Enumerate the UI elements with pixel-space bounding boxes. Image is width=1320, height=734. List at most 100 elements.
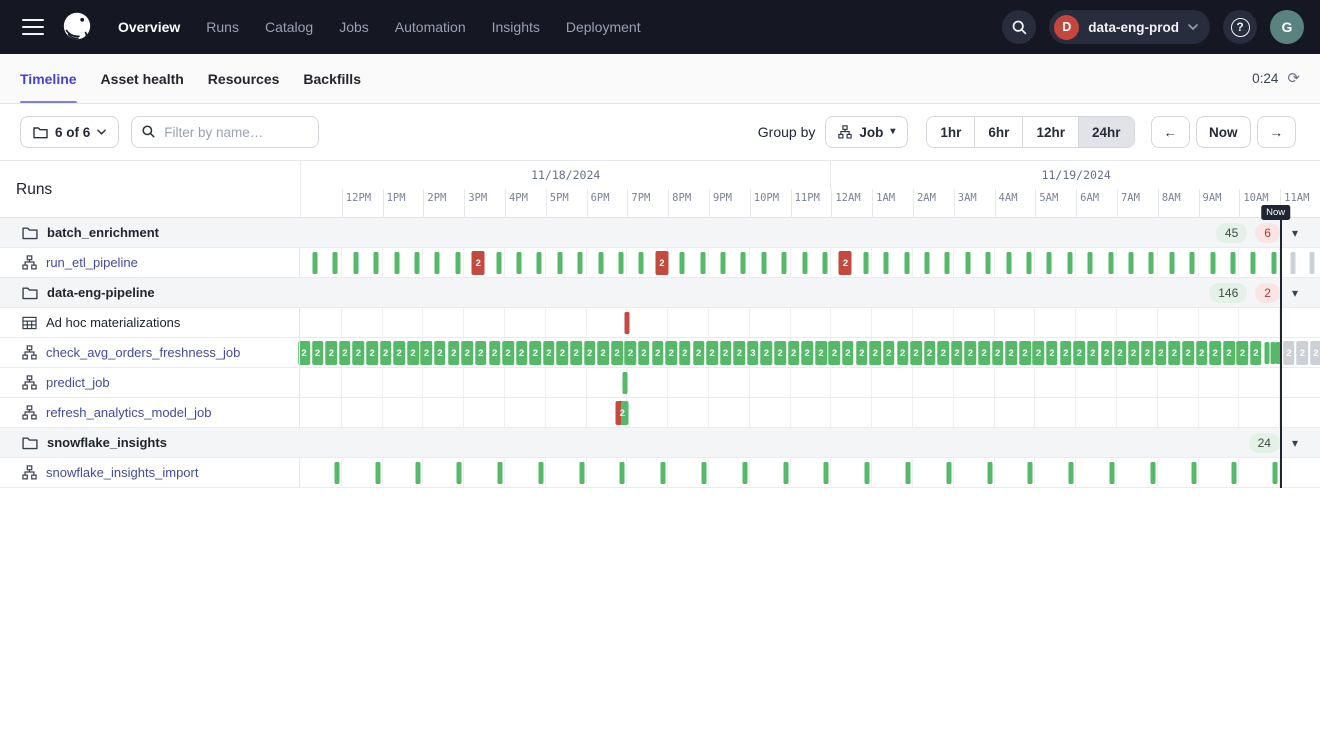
nav-automation[interactable]: Automation	[395, 19, 466, 35]
run-tick-success[interactable]	[497, 462, 502, 484]
run-block-success[interactable]: 2	[910, 341, 922, 365]
run-block-success[interactable]: 2	[666, 341, 678, 365]
run-tick-success[interactable]	[334, 462, 339, 484]
run-tick-success[interactable]	[579, 462, 584, 484]
run-block-success[interactable]: 2	[1019, 341, 1031, 365]
run-block-failure[interactable]: 2	[472, 251, 485, 275]
run-tick-success[interactable]	[661, 462, 666, 484]
run-tick-success[interactable]	[925, 252, 930, 274]
run-block-failure[interactable]: 2	[839, 251, 852, 275]
run-block-success[interactable]: 2	[992, 341, 1004, 365]
run-block-success[interactable]: 2	[1237, 341, 1249, 365]
run-block-queued[interactable]: 2	[1310, 341, 1320, 365]
run-tick-success[interactable]	[824, 462, 829, 484]
run-block-success[interactable]: 3	[747, 341, 759, 365]
run-tick-success[interactable]	[1210, 252, 1215, 274]
run-tick-success[interactable]	[701, 462, 706, 484]
menu-button[interactable]	[22, 19, 44, 35]
job-link[interactable]: snowflake_insights_import	[46, 465, 198, 480]
run-tick-success[interactable]	[1232, 462, 1237, 484]
run-block-success[interactable]: 2	[1169, 341, 1181, 365]
run-tick-success[interactable]	[639, 252, 644, 274]
run-tick-success[interactable]	[1027, 252, 1032, 274]
expand-caret-icon[interactable]: ▾	[1292, 437, 1298, 449]
run-block-success[interactable]: 2	[788, 341, 800, 365]
nav-jobs[interactable]: Jobs	[339, 19, 369, 35]
run-block-success[interactable]: 2	[638, 341, 650, 365]
run-block-success[interactable]: 2	[1196, 341, 1208, 365]
run-block-success[interactable]: 2	[774, 341, 786, 365]
run-tick-success[interactable]	[578, 252, 583, 274]
run-tick-success[interactable]	[945, 252, 950, 274]
nav-overview[interactable]: Overview	[118, 19, 180, 35]
run-tick-success[interactable]	[1069, 462, 1074, 484]
run-block-success[interactable]: 2	[856, 341, 868, 365]
run-block-success[interactable]: 2	[353, 341, 365, 365]
run-tick-success[interactable]	[904, 252, 909, 274]
run-tick-success[interactable]	[1270, 342, 1275, 364]
run-block-success[interactable]: 2	[584, 341, 596, 365]
run-tick-success[interactable]	[1028, 462, 1033, 484]
run-tick-success[interactable]	[435, 252, 440, 274]
run-block-success[interactable]: 2	[434, 341, 446, 365]
run-tick-success[interactable]	[1047, 252, 1052, 274]
run-block-success[interactable]: 2	[829, 341, 841, 365]
run-block-success[interactable]: 2	[1046, 341, 1058, 365]
range-12hr[interactable]: 12hr	[1022, 117, 1078, 147]
run-block-success[interactable]: 2	[326, 341, 338, 365]
run-block-success[interactable]: 2	[1250, 341, 1262, 365]
job-link[interactable]: check_avg_orders_freshness_job	[46, 345, 240, 360]
run-tick-success[interactable]	[353, 252, 358, 274]
run-tick-success[interactable]	[1088, 252, 1093, 274]
run-tick-success[interactable]	[457, 462, 462, 484]
run-block-success[interactable]: 2	[1128, 341, 1140, 365]
run-block-success[interactable]: 2	[393, 341, 405, 365]
run-tick-success[interactable]	[455, 252, 460, 274]
run-tick-success[interactable]	[1006, 252, 1011, 274]
run-block-success[interactable]: 2	[1033, 341, 1045, 365]
run-block-success[interactable]: 2	[1142, 341, 1154, 365]
tab-backfills[interactable]: Backfills	[303, 54, 361, 103]
run-block-success[interactable]: 2	[366, 341, 378, 365]
run-block-success[interactable]: 2	[380, 341, 392, 365]
range-6hr[interactable]: 6hr	[974, 117, 1022, 147]
run-tick-success[interactable]	[557, 252, 562, 274]
run-block-success[interactable]: 2	[530, 341, 542, 365]
run-tick-success[interactable]	[598, 252, 603, 274]
now-button[interactable]: Now	[1196, 116, 1251, 148]
run-block-success[interactable]: 2	[489, 341, 501, 365]
run-tick-success[interactable]	[884, 252, 889, 274]
run-block-success[interactable]: 2	[720, 341, 732, 365]
run-tick-success[interactable]	[1129, 252, 1134, 274]
run-block-success[interactable]: 2	[883, 341, 895, 365]
run-tick-success[interactable]	[1273, 462, 1278, 484]
run-tick-success[interactable]	[986, 252, 991, 274]
run-block-success[interactable]: 2	[543, 341, 555, 365]
nav-insights[interactable]: Insights	[492, 19, 540, 35]
deployment-switcher[interactable]: D data-eng-prod	[1049, 10, 1210, 44]
search-button[interactable]	[1002, 10, 1036, 44]
refresh-icon[interactable]: ⟳	[1287, 71, 1300, 86]
run-block-success[interactable]: 2	[938, 341, 950, 365]
run-block-success[interactable]: 2	[1155, 341, 1167, 365]
run-tick-success[interactable]	[1108, 252, 1113, 274]
run-block-success[interactable]: 2	[516, 341, 528, 365]
run-block-success[interactable]: 2	[924, 341, 936, 365]
run-tick-success[interactable]	[416, 462, 421, 484]
run-tick-success[interactable]	[375, 462, 380, 484]
run-tick-success[interactable]	[1191, 462, 1196, 484]
run-tick-success[interactable]	[1190, 252, 1195, 274]
run-block-success[interactable]: 2	[1114, 341, 1126, 365]
run-block-success[interactable]: 2	[965, 341, 977, 365]
run-block-success[interactable]: 2	[475, 341, 487, 365]
run-block-success[interactable]: 2	[1005, 341, 1017, 365]
run-block-success[interactable]: 2	[951, 341, 963, 365]
next-window-button[interactable]: →	[1257, 116, 1297, 148]
run-tick-success[interactable]	[1067, 252, 1072, 274]
group-by-dropdown[interactable]: Job ▾	[825, 116, 908, 148]
run-tick-success[interactable]	[394, 252, 399, 274]
run-tick-failure[interactable]	[625, 312, 630, 334]
run-block-success[interactable]: 2	[421, 341, 433, 365]
run-tick-queued[interactable]	[1309, 252, 1314, 274]
nav-runs[interactable]: Runs	[206, 19, 239, 35]
